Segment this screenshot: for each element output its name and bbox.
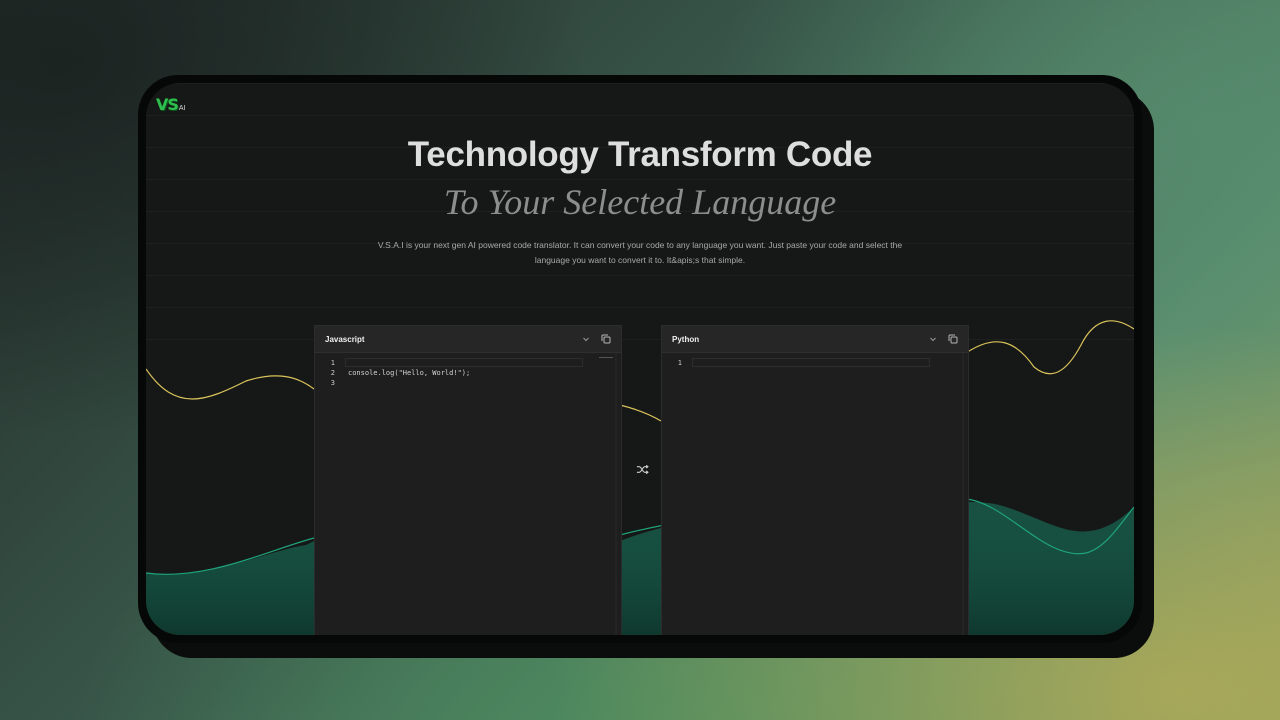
chevron-down-icon[interactable] [926,332,940,346]
scrollbar[interactable] [615,353,617,635]
target-editor: Python 1 [661,325,969,635]
line-number: 3 [330,379,335,387]
source-code-area[interactable]: 1 2 console.log("Hello, World!"); 3 [315,353,621,635]
source-editor-header: Javascript [315,326,621,353]
target-language-select[interactable]: Python [672,335,920,344]
minimap [599,357,613,358]
logo-sub: AI [178,105,186,112]
line-number: 1 [330,359,335,367]
code-text: console.log("Hello, World!"); [348,369,471,377]
line-number: 1 [677,359,682,367]
target-code-area[interactable]: 1 [662,353,968,635]
copy-icon[interactable] [946,332,960,346]
source-editor: Javascript 1 2 console.log("Hello, World… [314,325,622,635]
hero-description: V.S.A.I is your next gen AI powered code… [377,240,903,265]
current-line-highlight [692,358,930,367]
yellow-wave-line [146,320,1134,422]
tablet-frame: VS AI Technology Transform Code To Your … [138,75,1142,643]
target-editor-header: Python [662,326,968,353]
app-screen: VS AI Technology Transform Code To Your … [146,83,1134,635]
line-number: 2 [330,369,335,377]
swap-languages-button[interactable] [634,461,650,477]
current-line-highlight [345,358,583,367]
teal-wave-fill [146,502,1134,635]
shuffle-icon [636,464,649,474]
hero-title: Technology Transform Code [407,135,873,174]
logo-mark: VS [156,95,179,114]
chevron-down-icon[interactable] [579,332,593,346]
logo[interactable]: VS AI [156,91,192,113]
scrollbar[interactable] [962,353,964,635]
code-line: 3 [315,378,621,388]
code-line: 2 console.log("Hello, World!"); [315,368,621,378]
source-language-select[interactable]: Javascript [325,335,573,344]
copy-icon[interactable] [599,332,613,346]
hero-subtitle: To Your Selected Language [443,182,837,222]
